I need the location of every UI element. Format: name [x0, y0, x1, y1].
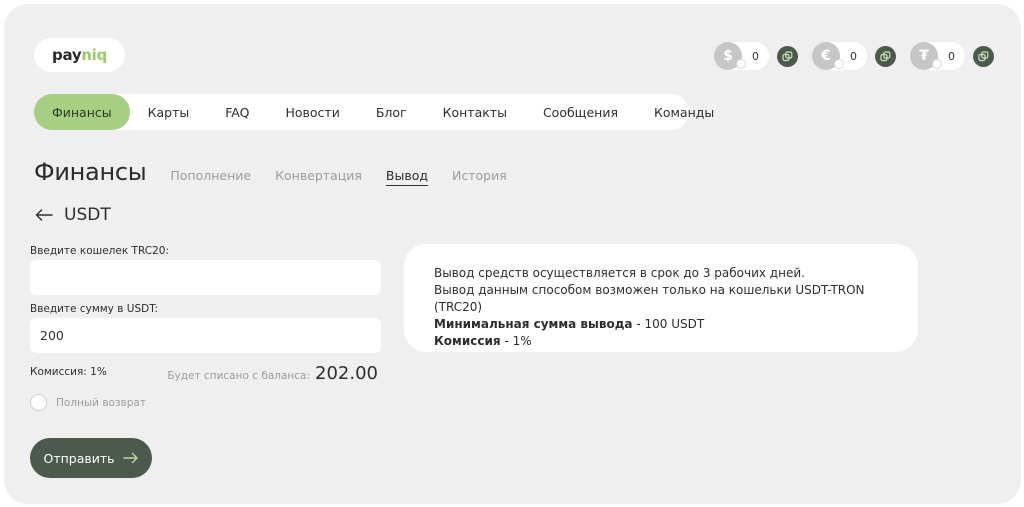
euro-coin-icon: €	[812, 42, 844, 70]
currency-title: USDT	[64, 205, 111, 225]
balance-usdt-pill: ₮ 0	[910, 42, 965, 70]
nav-item-contacts[interactable]: Контакты	[425, 94, 525, 130]
tab-conversion[interactable]: Конвертация	[275, 168, 362, 186]
full-refund-radio[interactable]	[30, 394, 47, 411]
tether-coin-icon: ₮	[910, 42, 942, 70]
nav-item-messages[interactable]: Сообщения	[525, 94, 636, 130]
info-line-2: Вывод данным способом возможен только на…	[434, 283, 865, 314]
arrow-right-icon	[122, 452, 139, 464]
wallet-input[interactable]	[30, 260, 381, 295]
tab-withdraw[interactable]: Вывод	[385, 168, 429, 186]
copy-icon[interactable]	[973, 45, 994, 67]
balance-eur-value: 0	[850, 49, 857, 63]
debit-label: Будет списано с баланса:	[167, 370, 311, 382]
info-fee: Комиссия - 1%	[434, 333, 888, 350]
page-title: Финансы	[34, 158, 147, 186]
finance-subtabs: Пополнение Конвертация Вывод История	[170, 168, 530, 186]
nav-item-teams[interactable]: Команды	[636, 94, 732, 130]
arrow-left-icon[interactable]	[34, 205, 54, 225]
logo-text-niq: niq	[81, 46, 107, 64]
dollar-coin-icon: $	[714, 42, 746, 70]
amount-input[interactable]	[30, 318, 381, 353]
page-header: Финансы Пополнение Конвертация Вывод Ист…	[34, 158, 531, 186]
main-nav: Финансы Карты FAQ Новости Блог Контакты …	[34, 94, 714, 130]
info-fee-value: - 1%	[500, 334, 532, 348]
wallet-label: Введите кошелек TRC20:	[30, 245, 169, 257]
amount-label: Введите сумму в USDT:	[30, 303, 158, 315]
balance-eur: € 0	[812, 41, 896, 71]
payniq-logo[interactable]: pay niq	[34, 38, 125, 72]
balance-usd-value: 0	[752, 49, 759, 63]
full-refund-option[interactable]: Полный возврат	[30, 394, 146, 411]
info-line-1: Вывод средств осуществляется в срок до 3…	[434, 266, 805, 280]
tab-history[interactable]: История	[452, 168, 507, 186]
info-min-amount: Минимальная сумма вывода - 100 USDT	[434, 316, 888, 333]
commission-text: Комиссия: 1%	[30, 366, 107, 378]
nav-item-blog[interactable]: Блог	[358, 94, 425, 130]
nav-item-news[interactable]: Новости	[267, 94, 357, 130]
logo-text-pay: pay	[52, 46, 82, 64]
debit-summary: Будет списано с баланса: 202.00	[167, 363, 378, 384]
info-min-value: - 100 USDT	[632, 317, 705, 331]
copy-icon[interactable]	[875, 45, 896, 67]
submit-button[interactable]: Отправить	[30, 438, 152, 478]
balance-usd-pill: $ 0	[714, 42, 769, 70]
withdraw-info-card: Вывод средств осуществляется в срок до 3…	[404, 244, 918, 352]
nav-item-cards[interactable]: Карты	[130, 94, 208, 130]
full-refund-label: Полный возврат	[56, 396, 146, 409]
balance-eur-pill: € 0	[812, 42, 867, 70]
balance-usdt-value: 0	[948, 49, 955, 63]
copy-icon[interactable]	[777, 45, 798, 67]
balance-usd: $ 0	[714, 41, 798, 71]
balance-usdt: ₮ 0	[910, 41, 994, 71]
info-fee-label: Комиссия	[434, 334, 501, 348]
nav-item-finances[interactable]: Финансы	[34, 94, 130, 130]
back-header: USDT	[34, 205, 111, 225]
submit-label: Отправить	[43, 450, 115, 466]
info-min-label: Минимальная сумма вывода	[434, 317, 633, 331]
nav-item-faq[interactable]: FAQ	[207, 94, 267, 130]
page-frame: pay niq $ 0 € 0 ₮ 0 Финансы Карты FAQ Но…	[4, 4, 1021, 504]
debit-value: 202.00	[315, 363, 378, 384]
balances-bar: $ 0 € 0 ₮ 0	[714, 41, 994, 71]
tab-deposit[interactable]: Пополнение	[170, 168, 251, 186]
